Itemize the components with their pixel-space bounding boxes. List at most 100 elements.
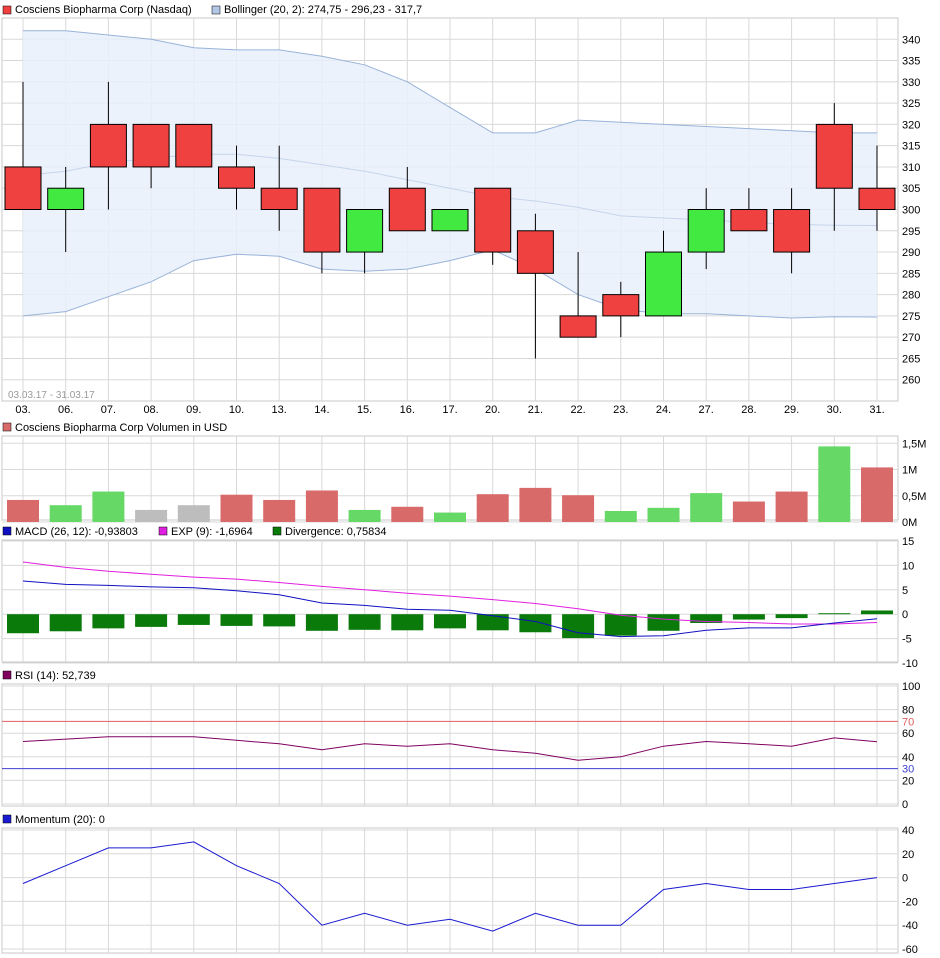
price-legend-swatch	[2, 5, 12, 15]
candle-body	[474, 187, 512, 253]
y-tick-label: 15	[902, 536, 914, 548]
x-tick-label: 17.	[442, 404, 457, 416]
volume-bar	[391, 506, 424, 522]
divergence-bar	[732, 614, 765, 620]
divergence-bar	[305, 614, 338, 631]
x-tick-label: 31.	[869, 404, 884, 416]
x-tick-label: 23.	[613, 404, 628, 416]
volume-bar	[732, 501, 765, 522]
x-tick-label: 10.	[229, 404, 244, 416]
candle-body	[687, 209, 725, 253]
y-tick-label: 80	[902, 705, 914, 717]
y-tick-label: 20	[902, 775, 914, 787]
volume-legend-swatch	[2, 422, 12, 432]
exp-legend-label: EXP (9): -1,6964	[171, 526, 253, 538]
volume-bar	[135, 509, 168, 522]
rsi-upper-label: 70	[902, 716, 914, 728]
candle-body	[858, 187, 896, 211]
y-tick-label: 260	[902, 375, 920, 387]
volume-bar	[647, 507, 680, 522]
rsi-y-axis: 0 20 40 60 80 100 70 30	[902, 681, 920, 811]
y-tick-label: 0	[902, 609, 908, 621]
volume-bar	[92, 491, 125, 522]
y-tick-label: -40	[902, 920, 918, 932]
volume-bar	[818, 446, 851, 522]
x-tick-label: 03.	[15, 404, 30, 416]
volume-bar	[49, 505, 82, 522]
date-range-note: 03.03.17 - 31.03.17	[8, 390, 95, 401]
macd-legend-label: MACD (26, 12): -0,93803	[15, 526, 138, 538]
volume-bar	[305, 490, 338, 522]
volume-bar	[775, 491, 808, 522]
y-tick-label: 335	[902, 56, 920, 68]
rsi-lower-label: 30	[902, 764, 914, 776]
candle-body	[388, 187, 426, 232]
y-tick-label: 60	[902, 728, 914, 740]
x-tick-label: 21.	[528, 404, 543, 416]
candle-body	[4, 166, 42, 210]
divergence-bar	[177, 614, 210, 625]
divergence-legend-swatch	[272, 526, 282, 536]
y-tick-label: 290	[902, 247, 920, 259]
y-tick-label: 315	[902, 141, 920, 153]
y-tick-label: -10	[902, 658, 918, 670]
divergence-bar	[861, 610, 893, 615]
price-panel: Cosciens Biopharma Corp (Nasdaq) Bolling…	[1, 4, 920, 416]
y-tick-label: 300	[902, 205, 920, 217]
divergence-legend-label: Divergence: 0,75834	[285, 526, 387, 538]
volume-bar	[220, 494, 253, 522]
y-tick-label: 10	[902, 560, 914, 572]
macd-grid	[2, 540, 898, 664]
volume-y-axis: 0M 0,5M 1M 1,5M	[902, 438, 926, 529]
candle-body	[516, 230, 554, 274]
bollinger-legend-label: Bollinger (20, 2): 274,75 - 296,23 - 317…	[224, 4, 422, 16]
volume-bar	[562, 495, 595, 522]
divergence-bar	[391, 614, 424, 631]
divergence-bar	[647, 614, 680, 631]
volume-bar	[519, 487, 552, 522]
y-tick-label: -60	[902, 944, 918, 956]
y-tick-label: 1M	[902, 465, 917, 477]
volume-legend-label: Cosciens Biopharma Corp Volumen in USD	[15, 422, 227, 434]
divergence-bar	[7, 614, 39, 634]
x-tick-label: 14.	[314, 404, 329, 416]
x-tick-label: 24.	[656, 404, 671, 416]
y-tick-label: 40	[902, 825, 914, 837]
divergence-bar	[263, 614, 296, 627]
candle-body	[218, 166, 255, 189]
candle-body	[602, 294, 640, 317]
momentum-grid	[2, 828, 898, 953]
y-tick-label: 1,5M	[902, 438, 926, 450]
y-tick-label: 0,5M	[902, 491, 926, 503]
divergence-bar	[348, 614, 381, 630]
y-tick-label: 0	[902, 873, 908, 885]
divergence-bar	[135, 614, 168, 627]
y-tick-label: 330	[902, 77, 920, 89]
candle-body	[431, 209, 469, 232]
candle-body	[730, 209, 768, 232]
divergence-bar	[604, 614, 637, 636]
candle-body	[89, 123, 127, 168]
divergence-bar	[562, 614, 595, 639]
divergence-bar	[434, 614, 466, 629]
x-tick-label: 15.	[357, 404, 372, 416]
volume-bar	[861, 467, 893, 522]
candle-body	[815, 123, 853, 189]
candle-body	[773, 209, 811, 253]
y-tick-label: 295	[902, 226, 920, 238]
y-tick-label: 40	[902, 752, 914, 764]
momentum-legend-label: Momentum (20): 0	[15, 814, 105, 826]
divergence-bar	[818, 613, 851, 615]
y-tick-label: 100	[902, 681, 920, 693]
volume-bar	[177, 505, 210, 522]
candle-body	[645, 251, 682, 317]
candle-body	[132, 123, 170, 168]
candle-body	[346, 209, 384, 253]
candle-body	[559, 315, 597, 338]
x-tick-label: 28.	[741, 404, 756, 416]
x-tick-label: 16.	[400, 404, 415, 416]
volume-panel: Cosciens Biopharma Corp Volumen in USD 0…	[1, 422, 926, 529]
divergence-bar	[476, 614, 509, 631]
y-tick-label: 310	[902, 162, 920, 174]
divergence-bar	[220, 614, 253, 626]
